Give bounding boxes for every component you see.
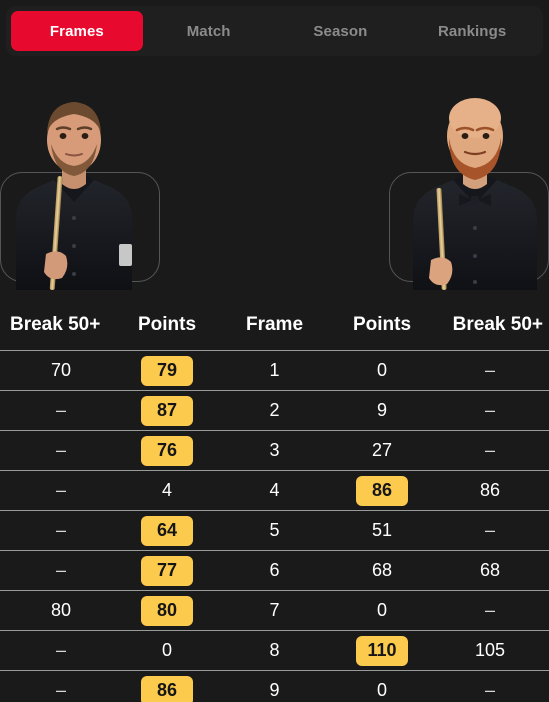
table-row[interactable]: – 4 4 86 86 bbox=[0, 470, 549, 510]
cell-break-left: – bbox=[55, 480, 66, 500]
header-frame: Frame bbox=[245, 314, 304, 335]
cell-points-left: 87 bbox=[112, 391, 222, 430]
frame-winner-badge: 77 bbox=[141, 555, 193, 586]
cell-break-right: – bbox=[484, 600, 495, 620]
cell-break-left: – bbox=[55, 400, 66, 420]
cell-frame-number: 5 bbox=[269, 520, 280, 540]
cell-frame-number: 9 bbox=[269, 680, 280, 700]
cell-break-right: – bbox=[484, 360, 495, 380]
cell-frame-number: 4 bbox=[269, 480, 280, 500]
table-header-row: Break 50+ Points Frame Points Break 50+ bbox=[0, 308, 549, 342]
frame-winner-badge: 80 bbox=[141, 595, 193, 626]
cell-points-left: 77 bbox=[112, 551, 222, 590]
players-section bbox=[0, 68, 549, 290]
frame-winner-badge: 76 bbox=[141, 435, 193, 466]
table-row[interactable]: – 87 2 9 – bbox=[0, 390, 549, 430]
cell-points-left: 76 bbox=[112, 431, 222, 470]
cell-frame-number: 8 bbox=[269, 640, 280, 660]
cell-points-right: 9 bbox=[376, 400, 387, 420]
tab-match[interactable]: Match bbox=[143, 11, 275, 51]
frame-winner-badge: 86 bbox=[141, 675, 193, 702]
cell-break-left: – bbox=[55, 520, 66, 540]
cell-points-right: 0 bbox=[376, 600, 387, 620]
cell-points-left: 4 bbox=[161, 480, 172, 500]
cell-break-left: 80 bbox=[50, 600, 72, 620]
cell-break-right: – bbox=[484, 400, 495, 420]
cell-points-left: 80 bbox=[112, 591, 222, 630]
table-row[interactable]: – 86 9 0 – bbox=[0, 670, 549, 702]
cell-points-right: 27 bbox=[371, 440, 393, 460]
cell-points-right: 86 bbox=[327, 471, 437, 510]
table-row[interactable]: – 77 6 68 68 bbox=[0, 550, 549, 590]
header-points-left: Points bbox=[137, 314, 197, 335]
cell-break-left: – bbox=[55, 680, 66, 700]
player-left[interactable] bbox=[0, 68, 162, 290]
player-right[interactable] bbox=[387, 68, 549, 290]
cell-points-left: 64 bbox=[112, 511, 222, 550]
table-row[interactable]: – 64 5 51 – bbox=[0, 510, 549, 550]
tab-season[interactable]: Season bbox=[275, 11, 407, 51]
frame-winner-badge: 86 bbox=[356, 475, 408, 506]
cell-break-left: – bbox=[55, 560, 66, 580]
cell-break-right: 105 bbox=[474, 640, 506, 660]
cell-frame-number: 3 bbox=[269, 440, 280, 460]
cell-points-right: 0 bbox=[376, 680, 387, 700]
cell-break-right: 86 bbox=[479, 480, 501, 500]
frames-table: Break 50+ Points Frame Points Break 50+ 70 79… bbox=[0, 308, 549, 702]
tab-rankings[interactable]: Rankings bbox=[406, 11, 538, 51]
frame-winner-badge: 87 bbox=[141, 395, 193, 426]
table-body: 70 79 1 0– –87 2 9– –76 3 27– –4 4 86 86–64 5 51– –77 6 68… bbox=[0, 350, 549, 702]
cell-points-left: 86 bbox=[112, 671, 222, 702]
cell-points-right: 110 bbox=[327, 631, 437, 670]
table-row[interactable]: – 76 3 27 – bbox=[0, 430, 549, 470]
cell-break-right: – bbox=[484, 680, 495, 700]
table-row[interactable]: – 0 8 110 105 bbox=[0, 630, 549, 670]
cell-frame-number: 7 bbox=[269, 600, 280, 620]
player-photo-left-icon bbox=[16, 102, 132, 290]
table-row[interactable]: 80 80 7 0 – bbox=[0, 590, 549, 630]
frame-winner-badge: 110 bbox=[356, 635, 408, 666]
cell-points-right: 51 bbox=[371, 520, 393, 540]
header-break-right: Break 50+ bbox=[452, 314, 543, 335]
cell-break-right: 68 bbox=[479, 560, 501, 580]
cell-points-right: 0 bbox=[376, 360, 387, 380]
tabbar-container: Frames Match Season Rankings bbox=[0, 0, 549, 56]
cell-break-left: – bbox=[55, 640, 66, 660]
table-row[interactable]: 70 79 1 0 – bbox=[0, 350, 549, 390]
cell-break-left: – bbox=[55, 440, 66, 460]
cell-break-left: 70 bbox=[50, 360, 72, 380]
player-photo-right-icon bbox=[413, 98, 537, 290]
cell-frame-number: 6 bbox=[269, 560, 280, 580]
header-points-right: Points bbox=[352, 314, 412, 335]
frame-winner-badge: 64 bbox=[141, 515, 193, 546]
header-break-left: Break 50+ bbox=[10, 314, 101, 335]
cell-frame-number: 1 bbox=[269, 360, 280, 380]
cell-points-left: 79 bbox=[112, 351, 222, 390]
cell-break-right: – bbox=[484, 520, 495, 540]
cell-points-left: 0 bbox=[161, 640, 172, 660]
tabbar: Frames Match Season Rankings bbox=[6, 6, 543, 56]
tab-frames[interactable]: Frames bbox=[11, 11, 143, 51]
cell-points-right: 68 bbox=[371, 560, 393, 580]
frame-winner-badge: 79 bbox=[141, 355, 193, 386]
cell-frame-number: 2 bbox=[269, 400, 280, 420]
cell-break-right: – bbox=[484, 440, 495, 460]
